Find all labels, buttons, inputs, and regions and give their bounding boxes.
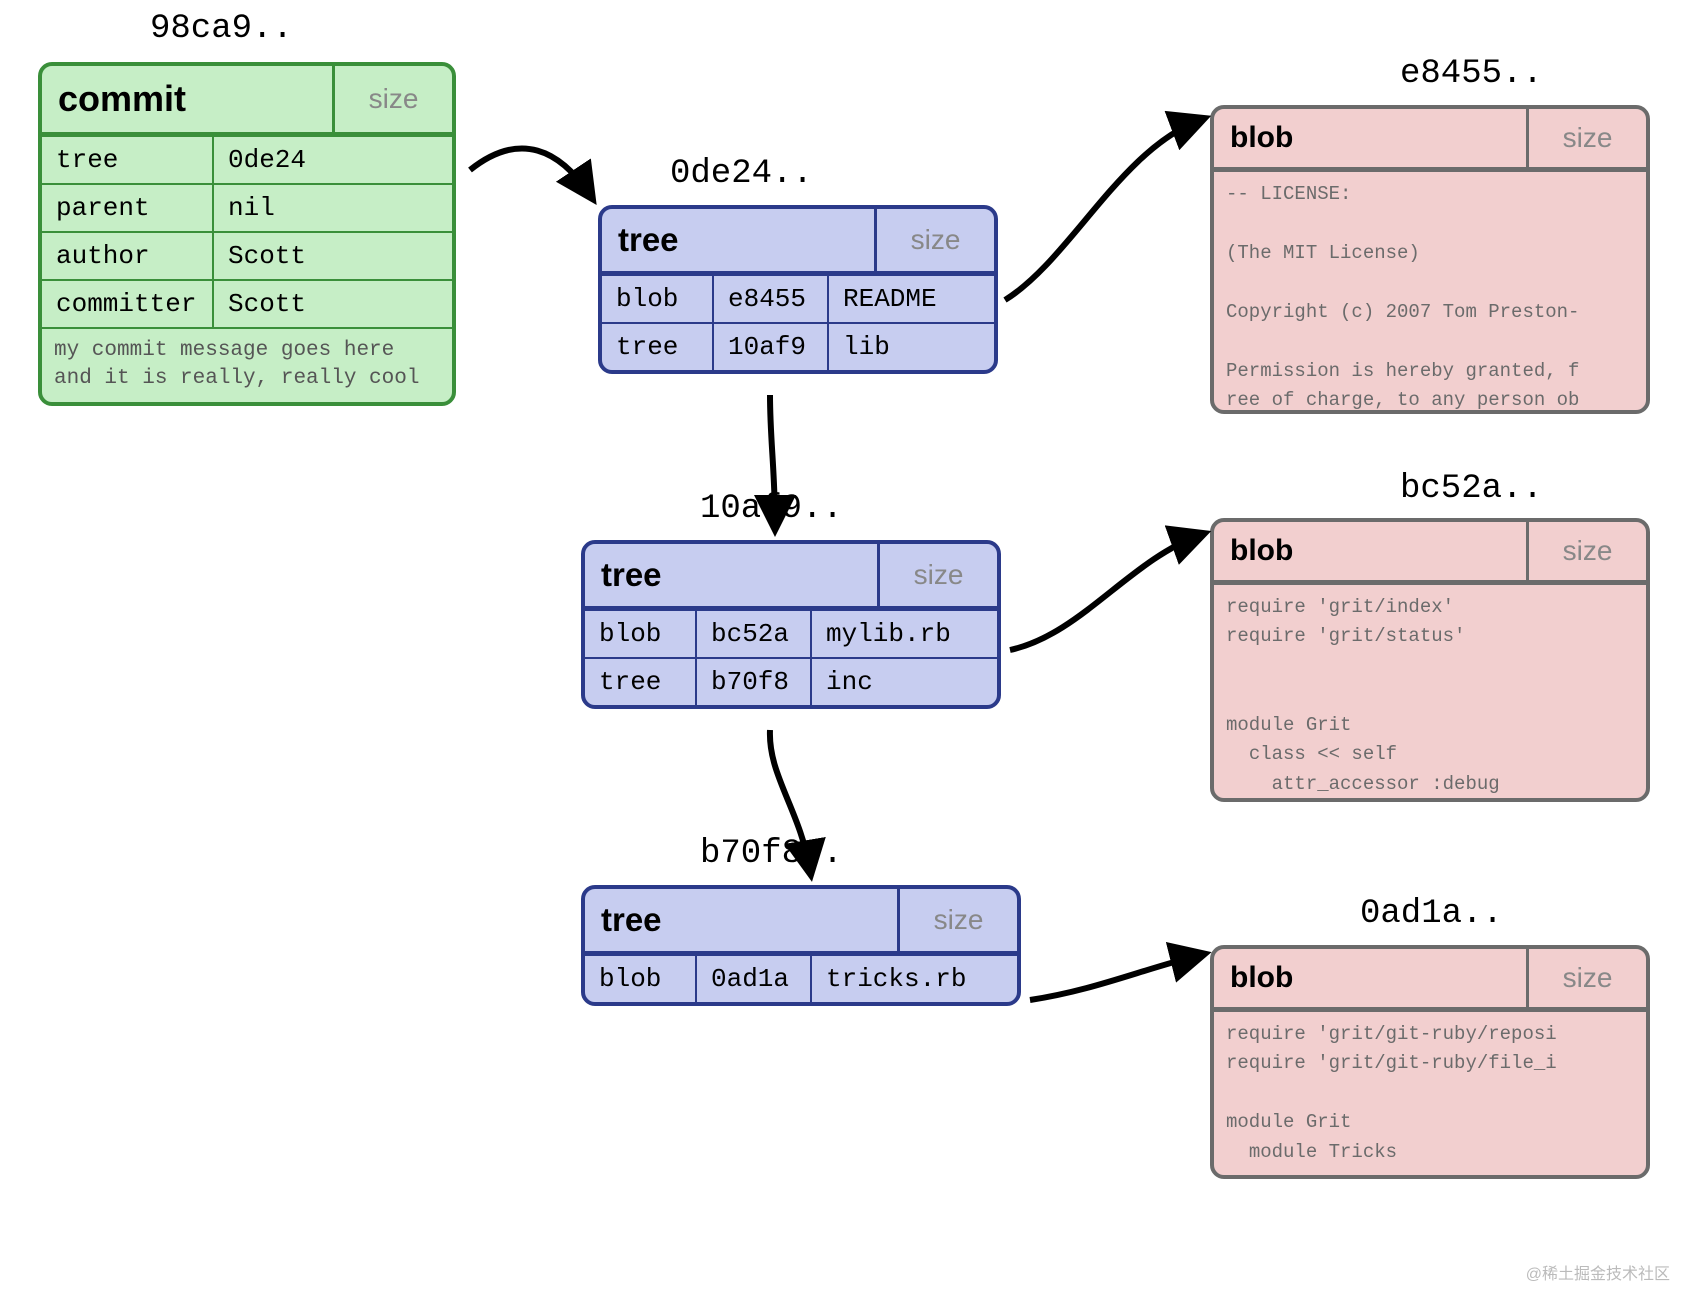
blob-content: require 'grit/index' require 'grit/statu… (1214, 583, 1646, 798)
tree-object-2: tree size blob0ad1atricks.rb (581, 885, 1021, 1006)
tree-header: tree size (585, 544, 997, 609)
blob-type-label: blob (1214, 949, 1526, 1007)
tree-size-label: size (877, 544, 997, 606)
blob-type-label: blob (1214, 522, 1526, 580)
tree-size-label: size (874, 209, 994, 271)
blob-header: blob size (1214, 949, 1646, 1010)
blob-object-2: blob size require 'grit/git-ruby/reposi … (1210, 945, 1650, 1179)
tree-header: tree size (602, 209, 994, 274)
hash-label-commit: 98ca9.. (150, 10, 293, 48)
commit-size-label: size (332, 66, 452, 132)
hash-label-tree-2: b70f8.. (700, 835, 843, 873)
tree-header: tree size (585, 889, 1017, 954)
tree-size-label: size (897, 889, 1017, 951)
tree-type-label: tree (585, 889, 897, 951)
arrow-tree2-to-blob2 (1030, 955, 1200, 1000)
hash-label-blob-1: bc52a.. (1400, 470, 1543, 508)
commit-row: authorScott (42, 231, 452, 279)
arrow-tree1-to-blob1 (1010, 535, 1200, 650)
blob-header: blob size (1214, 522, 1646, 583)
blob-size-label: size (1526, 109, 1646, 167)
hash-label-blob-2: 0ad1a.. (1360, 895, 1503, 933)
blob-content: require 'grit/git-ruby/reposi require 'g… (1214, 1010, 1646, 1175)
hash-label-tree-1: 10af9.. (700, 490, 843, 528)
tree-object-1: tree size blobbc52amylib.rb treeb70f8inc (581, 540, 1001, 709)
tree-row: blob0ad1atricks.rb (585, 954, 1017, 1002)
blob-object-1: blob size require 'grit/index' require '… (1210, 518, 1650, 802)
blob-object-0: blob size -- LICENSE: (The MIT License) … (1210, 105, 1650, 414)
commit-object: commit size tree0de24 parentnil authorSc… (38, 62, 456, 406)
blob-header: blob size (1214, 109, 1646, 170)
watermark: @稀土掘金技术社区 (1526, 1260, 1670, 1284)
hash-label-blob-0: e8455.. (1400, 55, 1543, 93)
commit-row: parentnil (42, 183, 452, 231)
tree-row: tree10af9lib (602, 322, 994, 370)
tree-row: blobe8455README (602, 274, 994, 322)
tree-type-label: tree (585, 544, 877, 606)
tree-type-label: tree (602, 209, 874, 271)
blob-size-label: size (1526, 522, 1646, 580)
commit-row: committerScott (42, 279, 452, 327)
blob-type-label: blob (1214, 109, 1526, 167)
hash-label-tree-0: 0de24.. (670, 155, 813, 193)
arrow-commit-to-tree0 (470, 148, 590, 195)
arrow-tree0-to-blob0 (1005, 120, 1200, 300)
tree-row: treeb70f8inc (585, 657, 997, 705)
commit-row: tree0de24 (42, 135, 452, 183)
commit-header: commit size (42, 66, 452, 135)
commit-message: my commit message goes here and it is re… (42, 327, 452, 402)
blob-size-label: size (1526, 949, 1646, 1007)
commit-type-label: commit (42, 66, 332, 132)
tree-object-0: tree size blobe8455README tree10af9lib (598, 205, 998, 374)
tree-row: blobbc52amylib.rb (585, 609, 997, 657)
blob-content: -- LICENSE: (The MIT License) Copyright … (1214, 170, 1646, 410)
